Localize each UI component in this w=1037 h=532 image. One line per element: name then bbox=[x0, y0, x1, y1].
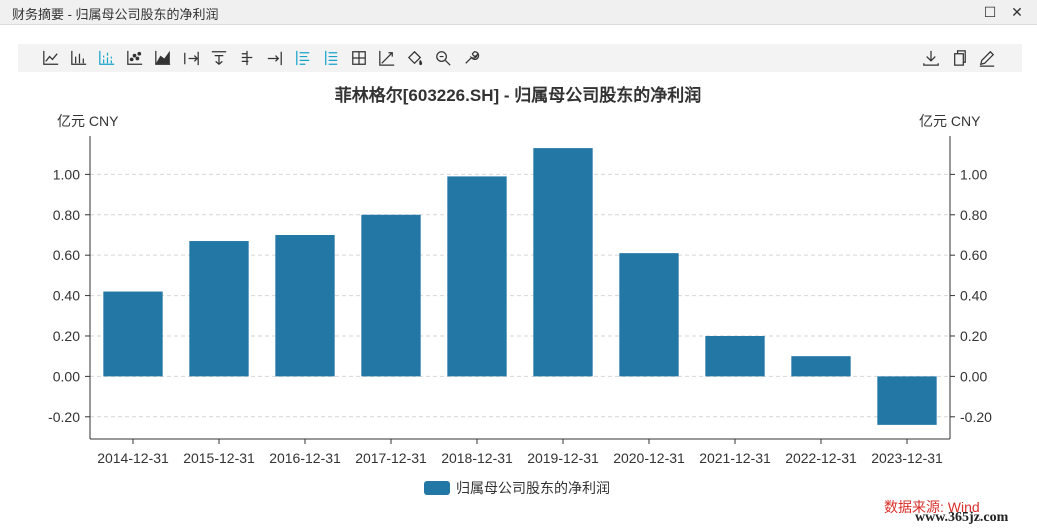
chart-title: 菲林格尔[603226.SH] - 归属母公司股东的净利润 bbox=[335, 85, 702, 105]
x-tick-label: 2014-12-31 bbox=[97, 450, 169, 466]
x-tick-label: 2022-12-31 bbox=[785, 450, 857, 466]
left-tick-label: -0.20 bbox=[48, 409, 80, 425]
line-chart-icon[interactable] bbox=[40, 47, 62, 69]
bar bbox=[361, 214, 421, 377]
x-tick-label: 2016-12-31 bbox=[269, 450, 341, 466]
bar bbox=[877, 376, 937, 425]
close-button[interactable]: ✕ bbox=[1006, 2, 1028, 22]
legend-swatch bbox=[424, 481, 450, 495]
align-center-icon[interactable] bbox=[236, 47, 258, 69]
left-tick-label: 1.00 bbox=[53, 166, 80, 182]
bar-chart: 菲林格尔[603226.SH] - 归属母公司股东的净利润亿元 CNY 亿元 CN… bbox=[48, 85, 992, 496]
right-tick-label: 0.00 bbox=[960, 368, 987, 384]
zoom-icon[interactable] bbox=[432, 47, 454, 69]
right-axis-unit: 亿元 CNY bbox=[919, 113, 981, 129]
left-tick-label: 0.00 bbox=[53, 368, 80, 384]
left-tick-label: 0.80 bbox=[53, 207, 80, 223]
list-center-icon[interactable] bbox=[320, 47, 342, 69]
list-left-icon[interactable] bbox=[292, 47, 314, 69]
bar bbox=[103, 291, 163, 377]
x-tick-label: 2018-12-31 bbox=[441, 450, 513, 466]
x-tick-label: 2023-12-31 bbox=[871, 450, 943, 466]
right-tick-label: 1.00 bbox=[960, 166, 987, 182]
bar bbox=[447, 176, 507, 377]
settings-icon[interactable] bbox=[460, 47, 482, 69]
download-icon[interactable] bbox=[920, 47, 942, 69]
align-top-icon[interactable] bbox=[208, 47, 230, 69]
right-tick-label: 0.60 bbox=[960, 247, 987, 263]
right-tick-label: 0.80 bbox=[960, 207, 987, 223]
align-end-icon[interactable] bbox=[264, 47, 286, 69]
x-tick-label: 2017-12-31 bbox=[355, 450, 427, 466]
area-chart-icon[interactable] bbox=[152, 47, 174, 69]
x-tick-label: 2020-12-31 bbox=[613, 450, 685, 466]
left-tick-label: 0.40 bbox=[53, 288, 80, 304]
stacked-bar-icon[interactable] bbox=[96, 47, 118, 69]
bar bbox=[791, 356, 851, 377]
left-tick-label: 0.60 bbox=[53, 247, 80, 263]
left-tick-label: 0.20 bbox=[53, 328, 80, 344]
maximize-button[interactable]: ☐ bbox=[979, 2, 1001, 22]
bar bbox=[705, 335, 765, 377]
right-tick-label: -0.20 bbox=[960, 409, 992, 425]
copy-icon[interactable] bbox=[948, 47, 970, 69]
trend-icon[interactable] bbox=[376, 47, 398, 69]
bar bbox=[619, 253, 679, 377]
window-title: 财务摘要 - 归属母公司股东的净利润 bbox=[12, 7, 219, 22]
bar-chart-icon[interactable] bbox=[68, 47, 90, 69]
edit-icon[interactable] bbox=[976, 47, 998, 69]
window-titlebar: 财务摘要 - 归属母公司股东的净利润 ☐ ✕ bbox=[0, 0, 1037, 25]
right-tick-label: 0.40 bbox=[960, 288, 987, 304]
x-tick-label: 2021-12-31 bbox=[699, 450, 771, 466]
chart-toolbar bbox=[18, 44, 1022, 72]
bar bbox=[189, 241, 249, 377]
right-tick-label: 0.20 bbox=[960, 328, 987, 344]
left-axis-unit: 亿元 CNY bbox=[57, 113, 119, 129]
grid-icon[interactable] bbox=[348, 47, 370, 69]
x-tick-label: 2015-12-31 bbox=[183, 450, 255, 466]
bar bbox=[533, 148, 593, 377]
fill-icon[interactable] bbox=[404, 47, 426, 69]
legend-label: 归属母公司股东的净利润 bbox=[456, 480, 610, 496]
scatter-icon[interactable] bbox=[124, 47, 146, 69]
bar bbox=[275, 234, 335, 377]
x-tick-label: 2019-12-31 bbox=[527, 450, 599, 466]
align-right-icon[interactable] bbox=[180, 47, 202, 69]
site-watermark: www.365jz.com bbox=[915, 510, 1009, 525]
